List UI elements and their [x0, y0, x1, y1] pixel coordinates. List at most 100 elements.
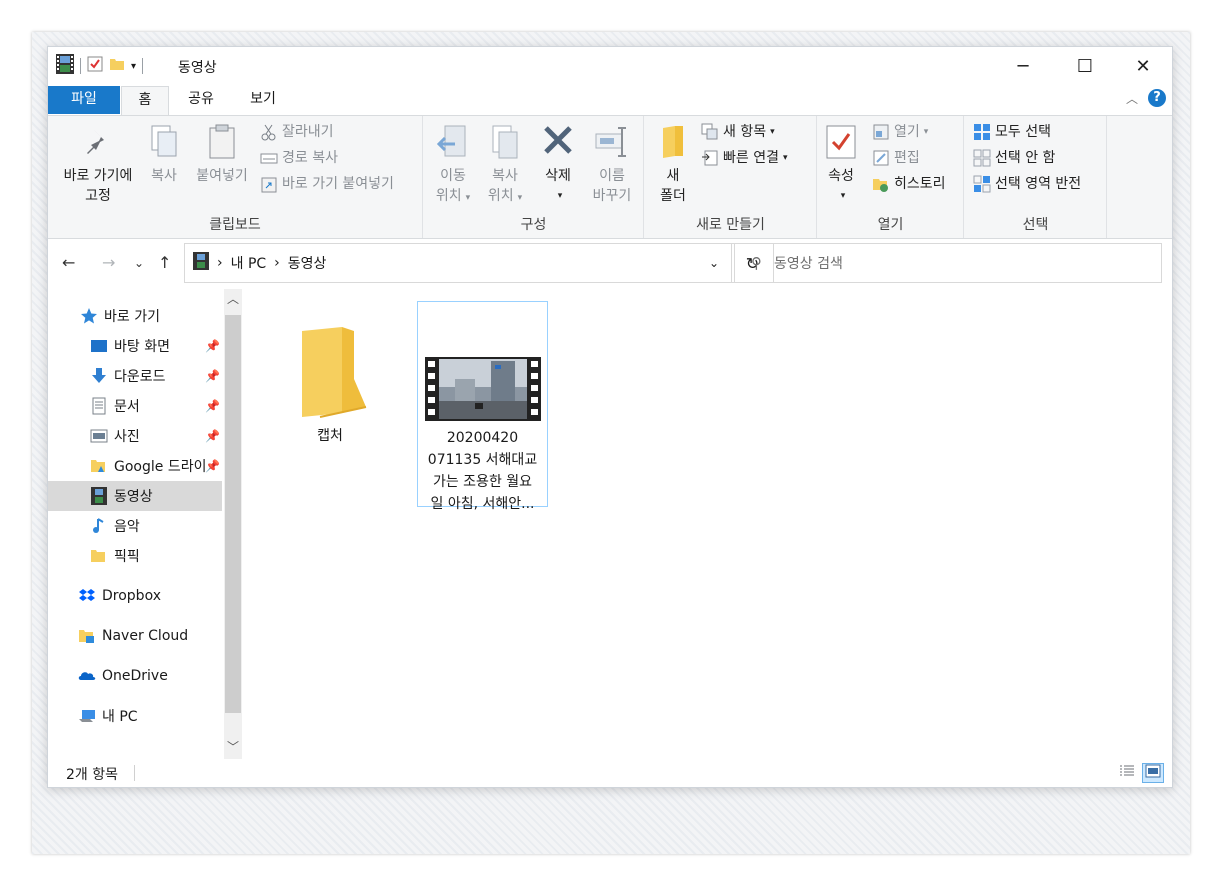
file-name-line: 20200420 [446, 430, 519, 446]
nav-item-pickpick[interactable]: 픽픽 [48, 541, 222, 571]
details-view-button[interactable] [1116, 763, 1138, 783]
copy-path-button[interactable]: 경로 복사 [260, 146, 338, 170]
tab-file[interactable]: 파일 [48, 86, 120, 114]
cut-button[interactable]: 잘라내기 [260, 120, 334, 144]
paste-button[interactable]: 붙여넣기 [190, 122, 254, 186]
select-group-label: 선택 [1022, 217, 1049, 233]
new-group: 새 폴더 새 항목 ▾ 빠른 연결 ▾ 새로 만들기 [645, 116, 817, 238]
nav-item-label: 바탕 화면 [114, 339, 170, 355]
new-folder-label-line2: 폴더 [660, 188, 686, 204]
nav-naver-cloud[interactable]: Naver Cloud [48, 621, 222, 651]
copy-to-icon [487, 122, 523, 162]
pictures-icon [90, 427, 108, 445]
collapse-ribbon-icon[interactable]: ︿ [1126, 90, 1138, 107]
up-arrow-icon[interactable]: ↑ [158, 253, 171, 272]
recent-locations-icon[interactable]: ⌄ [134, 256, 144, 270]
chevron-down-icon[interactable]: ▾ [131, 61, 136, 72]
nav-root-label: 내 PC [102, 709, 138, 725]
pin-icon: 📌 [205, 369, 220, 383]
nav-item-documents[interactable]: 문서 📌 [48, 391, 222, 421]
pin-to-quick-access-button[interactable]: 바로 가기에 고정 [56, 122, 140, 206]
new-folder-button[interactable]: 새 폴더 [653, 122, 693, 206]
edit-icon [872, 149, 890, 167]
maximize-button[interactable]: ☐ [1056, 47, 1114, 85]
copy-button[interactable]: 복사 [144, 122, 184, 186]
new-folder-icon [655, 122, 691, 162]
select-all-button[interactable]: 모두 선택 [973, 120, 1051, 144]
nav-item-music[interactable]: 음악 [48, 511, 222, 541]
invert-selection-button[interactable]: 선택 영역 반전 [973, 172, 1081, 196]
back-arrow-icon[interactable]: ← [62, 253, 75, 272]
large-icons-view-button[interactable] [1142, 763, 1164, 783]
scroll-down-icon[interactable]: ﹀ [224, 737, 242, 757]
open-group-label: 열기 [877, 217, 904, 233]
rename-button[interactable]: 이름 바꾸기 [584, 122, 640, 206]
search-icon: ⚲ [751, 254, 762, 272]
move-to-icon [435, 122, 471, 162]
file-explorer-window: ▾ 동영상 ─ ☐ ✕ 파일 홈 공유 보기 ︿ ? 바로 가기에 고정 복사 … [47, 46, 1173, 788]
nav-item-google-drive[interactable]: Google 드라이 📌 [48, 451, 222, 481]
scroll-thumb[interactable] [225, 315, 241, 713]
properties-dropdown-icon[interactable]: ▾ [826, 186, 860, 206]
copy-path-label: 경로 복사 [282, 150, 338, 166]
open-button[interactable]: 열기 ▾ [872, 120, 928, 144]
nav-dropbox[interactable]: Dropbox [48, 581, 222, 611]
move-to-button[interactable]: 이동 위치 ▾ [430, 122, 476, 208]
details-view-icon [1119, 764, 1135, 782]
history-button[interactable]: 히스토리 [872, 172, 946, 196]
search-input[interactable]: ⚲ 동영상 검색 [734, 243, 1162, 283]
breadcrumb-videos[interactable]: 동영상 [288, 253, 327, 273]
edit-button[interactable]: 편집 [872, 146, 920, 170]
nav-onedrive[interactable]: OneDrive [48, 661, 222, 691]
forward-arrow-icon[interactable]: → [102, 253, 115, 272]
nav-quick-access[interactable]: 바로 가기 [48, 301, 222, 331]
easy-access-icon [701, 149, 719, 167]
folder-item[interactable]: 캡처 [280, 303, 380, 447]
large-icons-view-icon [1145, 764, 1161, 782]
nav-item-pictures[interactable]: 사진 📌 [48, 421, 222, 451]
address-bar[interactable]: › 내 PC › 동영상 ⌄ [184, 243, 732, 283]
separator [134, 765, 135, 781]
tab-home[interactable]: 홈 [121, 86, 169, 116]
move-to-label-line1: 이동 [440, 168, 466, 184]
tab-view[interactable]: 보기 [238, 86, 288, 114]
pin-icon: 📌 [205, 459, 220, 473]
select-none-button[interactable]: 선택 안 함 [973, 146, 1055, 170]
tab-share[interactable]: 공유 [176, 86, 226, 114]
pin-icon: 📌 [205, 429, 220, 443]
address-dropdown-icon[interactable]: ⌄ [709, 256, 719, 270]
paste-shortcut-button[interactable]: 바로 가기 붙여넣기 [260, 172, 394, 196]
help-icon[interactable]: ? [1148, 89, 1166, 107]
delete-dropdown-icon[interactable]: ▾ [540, 186, 580, 206]
ribbon-tabs: 파일 홈 공유 보기 [48, 86, 1172, 116]
properties-icon[interactable] [87, 56, 103, 76]
copy-to-button[interactable]: 복사 위치 ▾ [482, 122, 528, 208]
properties-button[interactable]: 속성 ▾ [822, 122, 860, 206]
select-none-label: 선택 안 함 [995, 150, 1056, 166]
new-folder-icon[interactable] [109, 56, 125, 76]
nav-item-downloads[interactable]: 다운로드 📌 [48, 361, 222, 391]
scroll-up-icon[interactable]: ︿ [224, 289, 242, 309]
delete-label: 삭제 [545, 168, 571, 184]
breadcrumb-this-pc[interactable]: 내 PC [231, 253, 267, 273]
minimize-button[interactable]: ─ [994, 47, 1052, 85]
video-file-item[interactable]: 20200420 071135 서해대교 가는 조용한 월요 일 아침, 서해안… [417, 301, 548, 512]
nav-scrollbar[interactable]: ︿ ﹀ [224, 289, 242, 759]
pin-icon [80, 122, 116, 162]
nav-this-pc[interactable]: 내 PC [48, 701, 222, 731]
new-item-button[interactable]: 새 항목 ▾ [701, 120, 775, 144]
easy-access-button[interactable]: 빠른 연결 ▾ [701, 146, 788, 170]
pin-icon: 📌 [205, 339, 220, 353]
nav-item-desktop[interactable]: 바탕 화면 📌 [48, 331, 222, 361]
desktop-icon [90, 337, 108, 355]
pin-icon: 📌 [205, 399, 220, 413]
copy-icon [146, 122, 182, 162]
nav-item-videos[interactable]: 동영상 [48, 481, 222, 511]
google-drive-icon [90, 457, 108, 475]
nav-root-label: OneDrive [102, 668, 168, 684]
close-button[interactable]: ✕ [1114, 47, 1172, 85]
delete-icon [540, 122, 576, 162]
delete-button[interactable]: 삭제 ▾ [536, 122, 580, 206]
file-name-line: 일 아침, 서해안... [430, 496, 535, 512]
cut-label: 잘라내기 [282, 124, 334, 140]
